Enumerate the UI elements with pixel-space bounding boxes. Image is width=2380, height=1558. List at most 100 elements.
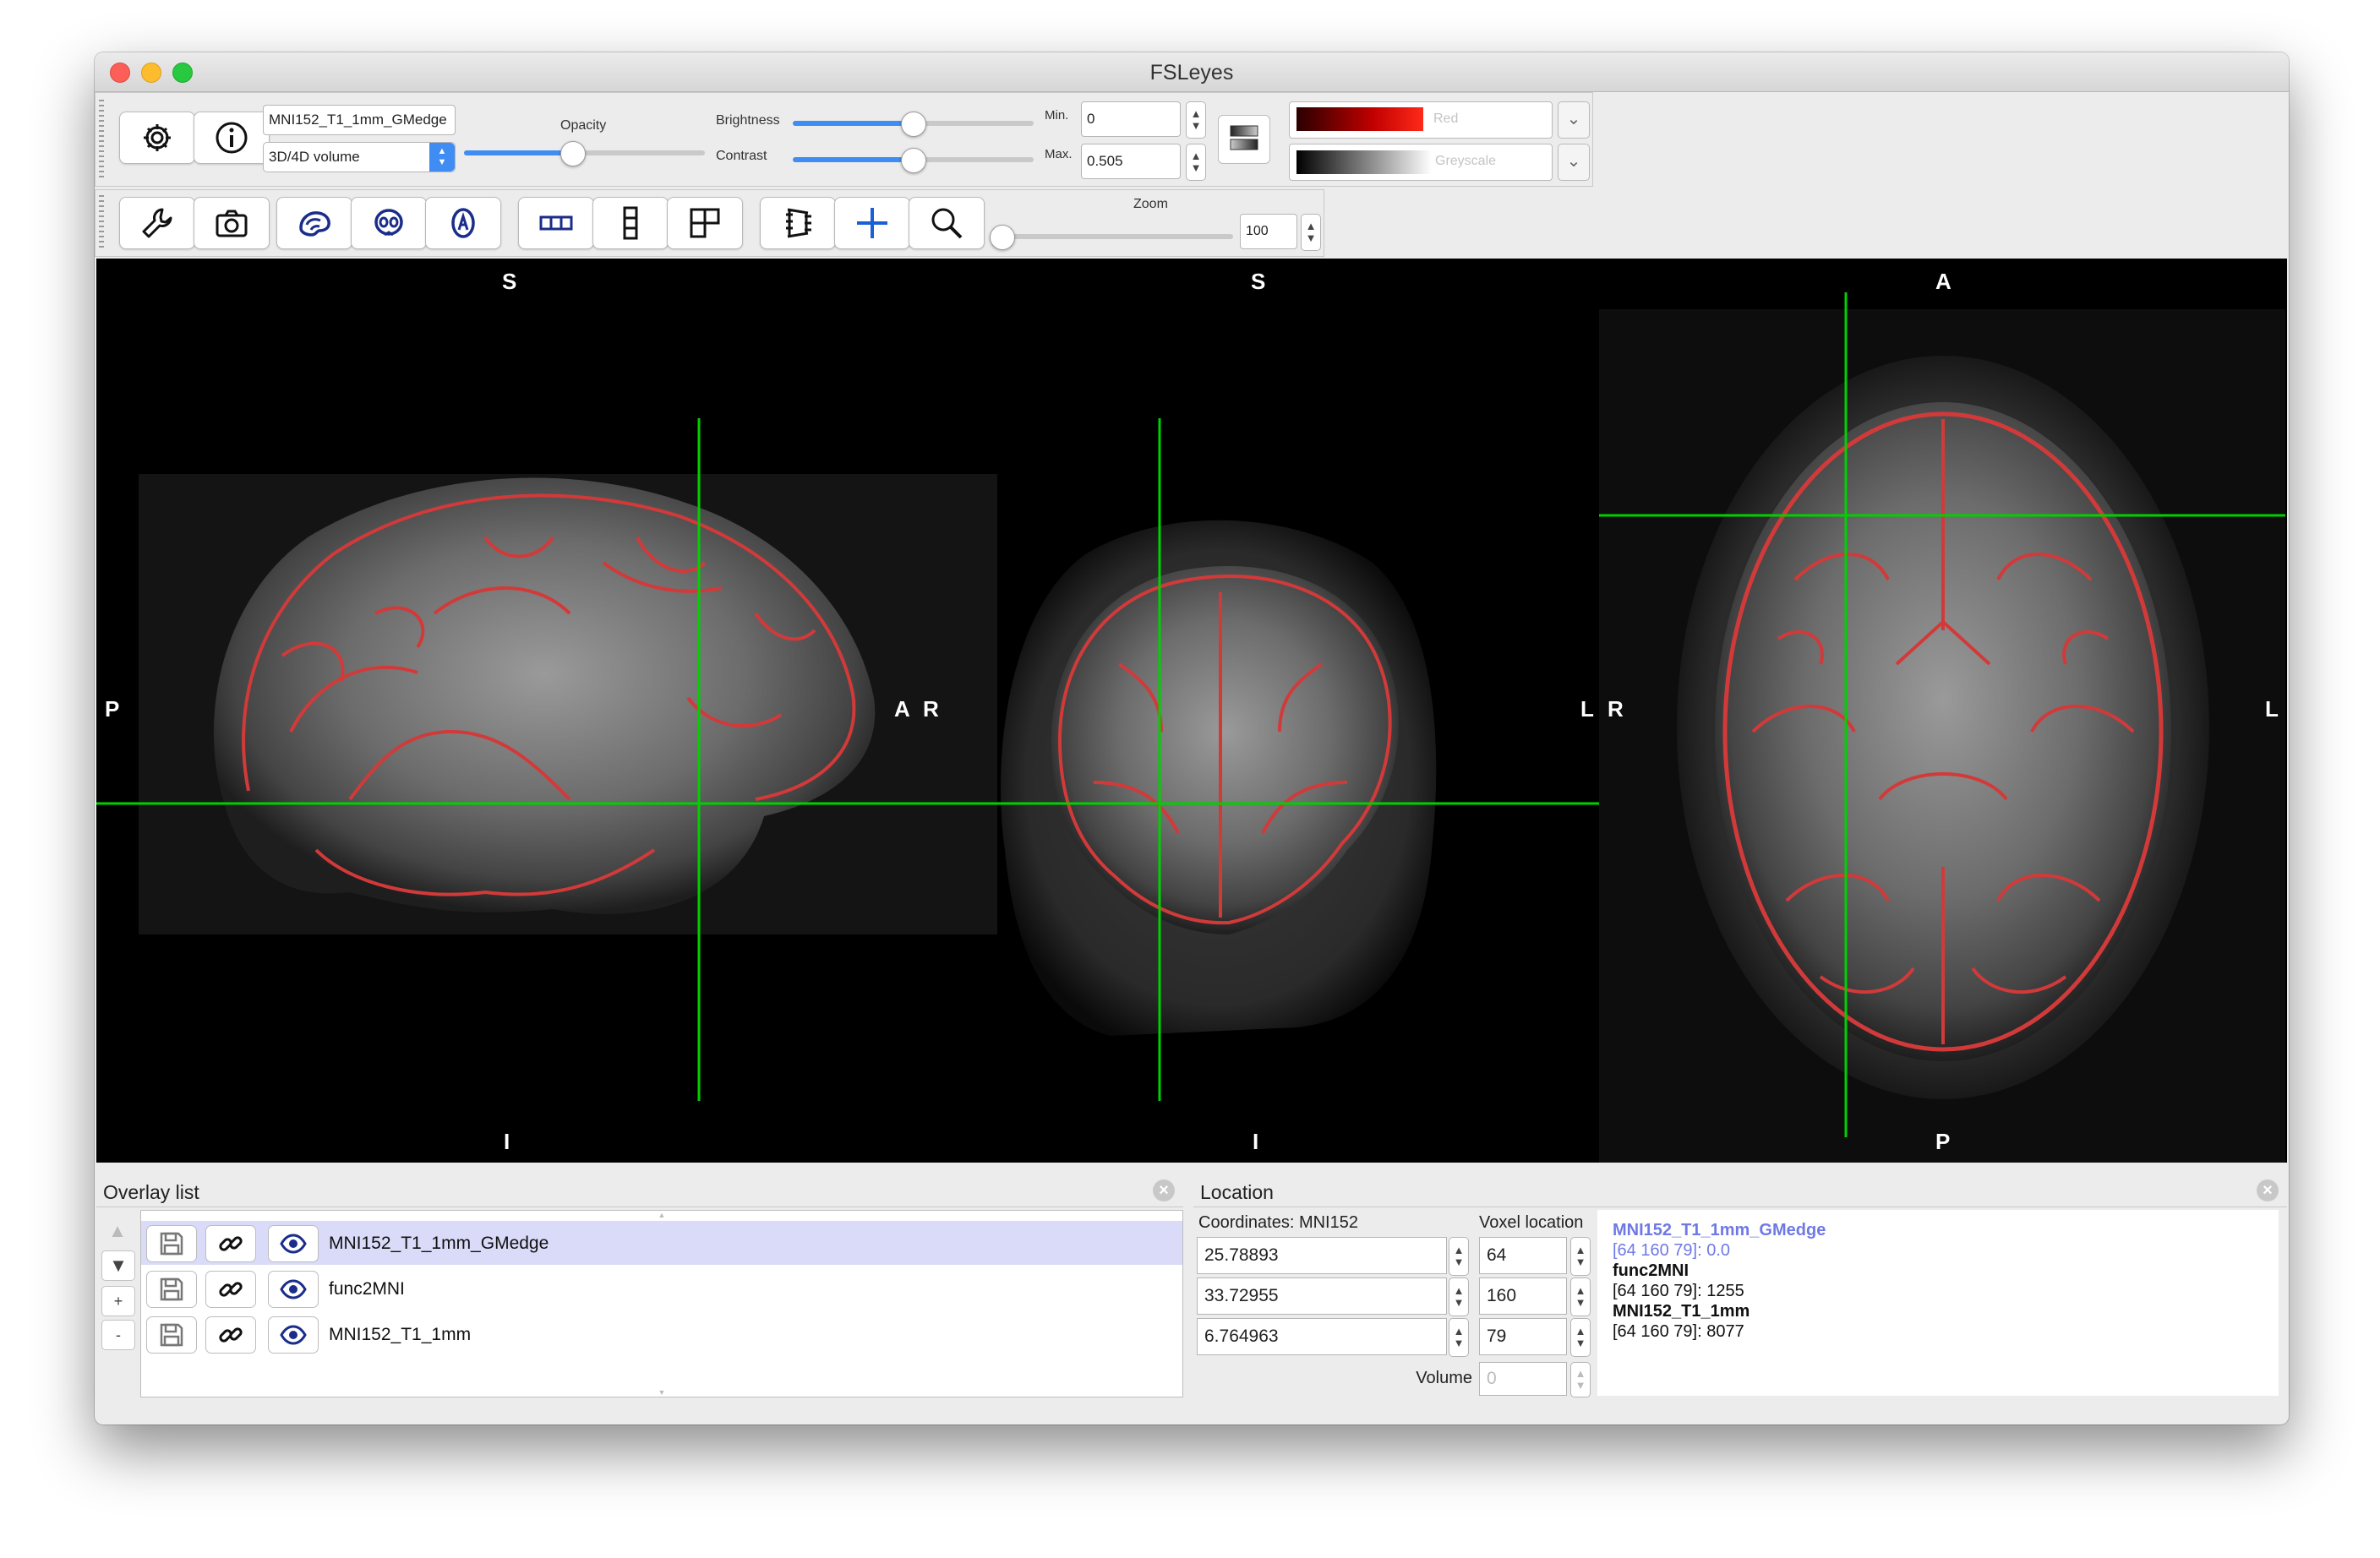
zoom-slider-knob[interactable] [990,225,1015,250]
close-overlay-list-button[interactable]: × [1153,1179,1175,1201]
toggle-coronal-button[interactable] [351,197,427,249]
overlay-name-field[interactable]: MNI152_T1_1mm_GMedge [263,105,456,135]
coronal-brain-icon [374,209,403,237]
colormap-select-2[interactable]: Greyscale [1289,144,1553,181]
toolbar-grip-2[interactable] [99,195,104,251]
coordinate-stepper[interactable]: ▲ ▼ [1449,1318,1469,1357]
voxel-stepper[interactable]: ▲ ▼ [1570,1318,1591,1357]
overlay-type-select[interactable]: 3D/4D volume ▲ ▼ [263,142,456,172]
settings-button[interactable] [119,112,195,164]
sagittal-label-right: A [894,696,910,722]
link-icon [216,1321,245,1349]
overlay-type-value: 3D/4D volume [269,149,360,165]
film-icon [786,208,811,238]
info-overlay-name: MNI152_T1_1mm_GMedge [1613,1221,1826,1239]
axial-label-right: L [2265,696,2279,722]
title-bar: FSLeyes [95,52,2289,92]
sagittal-label-left: P [105,696,120,722]
ortho-viewer[interactable]: S I P A S I R L A P R L [96,259,2287,1163]
overlay-list: ▲ MNI152_T1_1mm_GMedge func2MNI MNI152_T1_… [140,1210,1183,1397]
overlay-row[interactable]: MNI152_T1_1mm_GMedge [141,1221,1182,1265]
coordinate-stepper[interactable]: ▲ ▼ [1449,1237,1469,1276]
remove-overlay-button[interactable]: - [101,1320,135,1350]
overlay-row[interactable]: func2MNI [141,1267,1182,1310]
volume-field[interactable]: 0 [1479,1362,1567,1396]
vertical-layout-button[interactable] [592,197,669,249]
movie-mode-button[interactable] [760,197,836,249]
grid-layout-button[interactable] [667,197,743,249]
link-icon [216,1275,245,1304]
coordinate-field[interactable]: 6.764963 [1197,1318,1447,1355]
red-colormap-swatch [1296,107,1423,131]
coordinate-field[interactable]: 25.78893 [1197,1237,1447,1274]
close-location-button[interactable]: × [2257,1179,2279,1201]
info-button[interactable] [194,112,270,164]
overlay-list-title: Overlay list [103,1181,199,1203]
eye-icon [279,1275,308,1304]
zoom-stepper[interactable]: ▲ ▼ [1301,214,1321,251]
overlay-name: MNI152_T1_1mm [329,1325,472,1344]
axial-view[interactable] [1599,292,2285,1163]
toggle-axial-button[interactable] [425,197,501,249]
axial-label-left: R [1608,696,1624,722]
save-overlay-button[interactable] [146,1316,197,1354]
voxel-stepper[interactable]: ▲ ▼ [1570,1277,1591,1316]
reset-zoom-button[interactable] [909,197,985,249]
visibility-toggle-button[interactable] [268,1225,319,1262]
view-settings-button[interactable] [119,197,195,249]
min-stepper[interactable]: ▲ ▼ [1186,101,1206,139]
link-overlay-button[interactable] [205,1225,256,1262]
move-overlay-down-button[interactable]: ▼ [101,1250,135,1281]
move-overlay-up-button[interactable]: ▲ [101,1217,134,1245]
info-overlay-value: [64 160 79]: 0.0 [1613,1241,1731,1260]
min-field[interactable]: 0 [1081,101,1181,137]
link-overlay-button[interactable] [205,1316,256,1354]
scroll-down-arrow[interactable]: ▼ [141,1388,1182,1397]
scroll-up-arrow[interactable]: ▲ [141,1211,1182,1219]
opacity-slider-fill [464,150,573,155]
coronal-view[interactable] [992,418,1677,1101]
colormap-2-dropdown[interactable]: ⌄ [1558,144,1590,181]
voxel-field[interactable]: 64 [1479,1237,1567,1274]
link-icon [216,1229,245,1258]
coronal-label-bottom: I [1253,1129,1259,1154]
toggle-cursor-button[interactable] [834,197,910,249]
opacity-slider-knob[interactable] [560,141,586,166]
voxel-field[interactable]: 160 [1479,1277,1567,1315]
voxel-field[interactable]: 79 [1479,1318,1567,1355]
screenshot-button[interactable] [194,197,270,249]
sagittal-view[interactable] [96,418,997,1101]
contrast-slider-knob[interactable] [901,148,926,173]
max-stepper[interactable]: ▲ ▼ [1186,144,1206,181]
add-overlay-button[interactable]: + [101,1286,135,1316]
contrast-label: Contrast [716,149,767,163]
volume-stepper[interactable]: ▲ ▼ [1570,1362,1591,1397]
max-field[interactable]: 0.505 [1081,144,1181,179]
toggle-sagittal-button[interactable] [276,197,352,249]
eye-icon [279,1321,308,1349]
colormap-select-1[interactable]: Red [1289,101,1553,139]
link-overlay-button[interactable] [205,1271,256,1308]
brightness-label: Brightness [716,113,780,128]
coordinate-stepper[interactable]: ▲ ▼ [1449,1277,1469,1316]
save-overlay-button[interactable] [146,1271,197,1308]
toolbar-grip[interactable] [99,100,104,179]
coordinate-field[interactable]: 33.72955 [1197,1277,1447,1315]
save-overlay-button[interactable] [146,1225,197,1262]
horizontal-layout-icon [539,215,573,231]
axial-brain-icon [451,208,475,238]
horizontal-layout-button[interactable] [518,197,594,249]
max-label: Max. [1045,147,1073,161]
visibility-toggle-button[interactable] [268,1316,319,1354]
brightness-slider-knob[interactable] [901,112,926,137]
chevron-updown-icon: ▲ ▼ [429,143,455,172]
brain-canvas[interactable] [96,259,2287,1163]
visibility-toggle-button[interactable] [268,1271,319,1308]
brightness-slider-fill [793,121,914,126]
invert-colormap-button[interactable] [1218,115,1270,164]
zoom-field[interactable]: 100 [1240,214,1297,249]
colormap-1-dropdown[interactable]: ⌄ [1558,101,1590,139]
voxel-stepper[interactable]: ▲ ▼ [1570,1237,1591,1276]
overlay-row[interactable]: MNI152_T1_1mm [141,1312,1182,1356]
zoom-slider[interactable] [998,234,1233,239]
